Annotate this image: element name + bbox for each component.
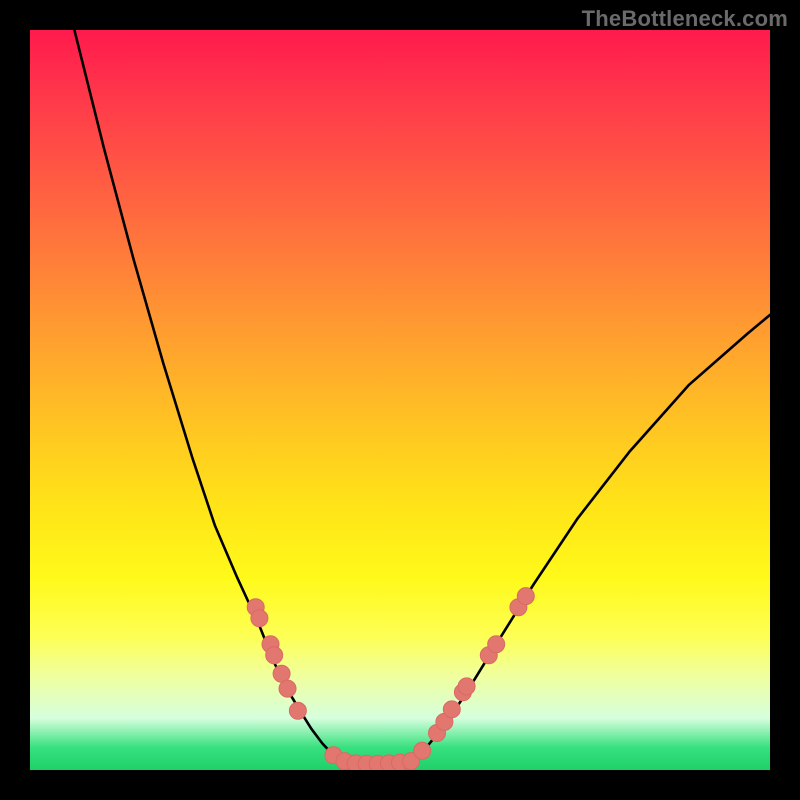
data-point — [443, 701, 460, 718]
chart-frame: TheBottleneck.com — [0, 0, 800, 800]
data-point — [266, 647, 283, 664]
data-point — [289, 702, 306, 719]
curve-path — [74, 30, 770, 764]
data-point — [458, 678, 475, 695]
data-point — [414, 742, 431, 759]
data-point — [251, 610, 268, 627]
plot-area — [30, 30, 770, 770]
dot-group — [247, 588, 534, 770]
watermark-text: TheBottleneck.com — [582, 6, 788, 32]
data-point — [517, 588, 534, 605]
chart-svg — [30, 30, 770, 770]
data-point — [488, 636, 505, 653]
data-point — [279, 680, 296, 697]
